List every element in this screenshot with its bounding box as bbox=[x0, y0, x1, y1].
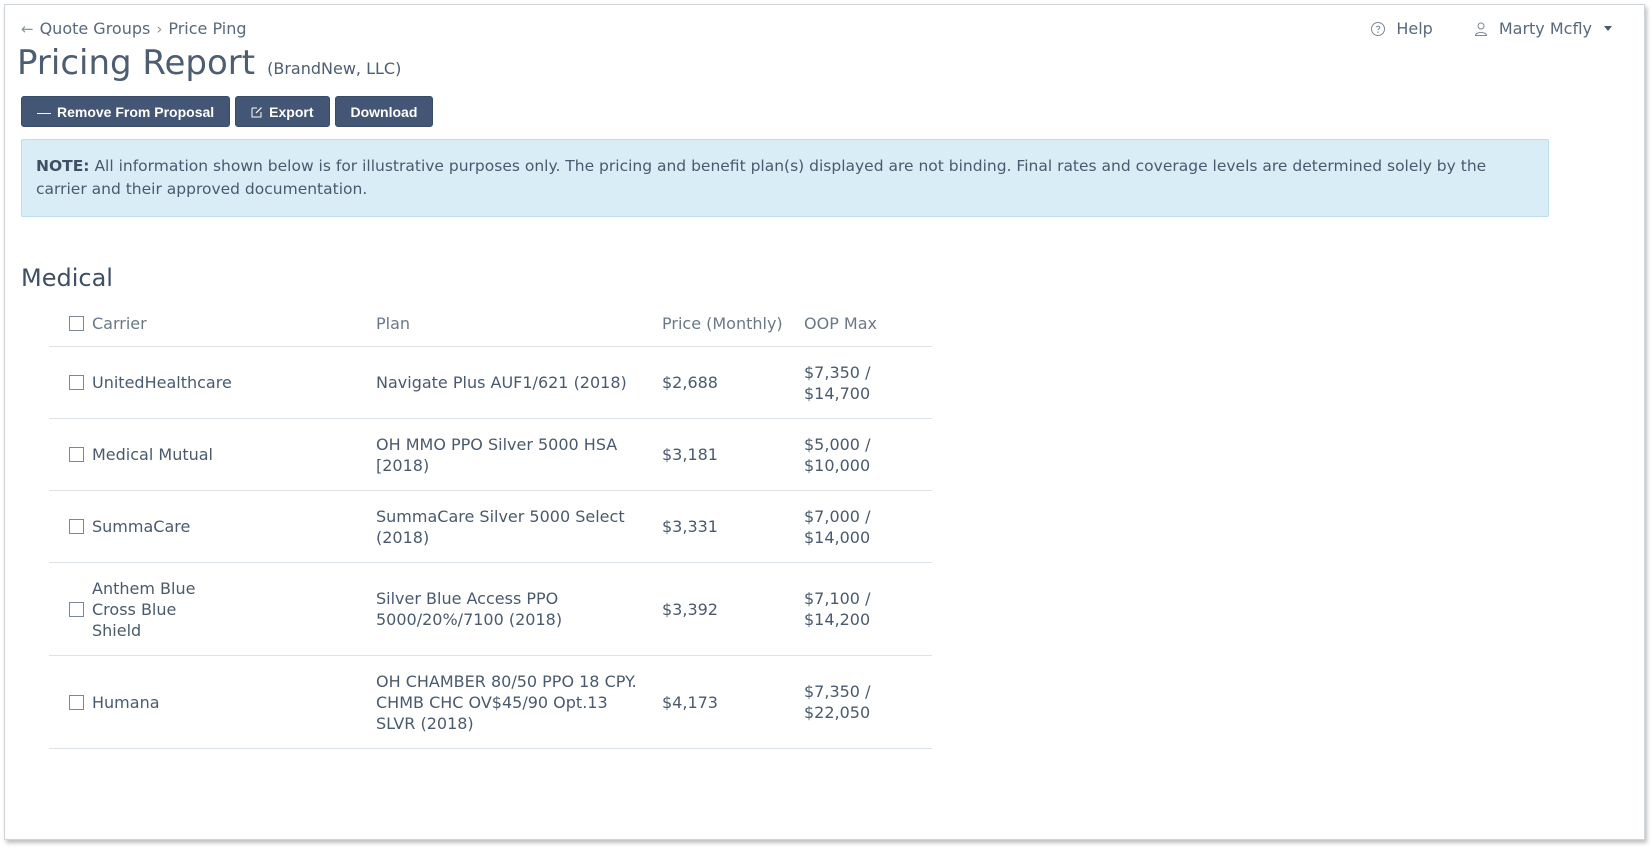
carrier-name: Anthem Blue Cross Blue Shield bbox=[92, 578, 196, 640]
plan-cell: Navigate Plus AUF1/621 (2018) bbox=[376, 373, 627, 392]
price-cell: $4,173 bbox=[662, 692, 718, 712]
medical-table: Carrier Plan Price (Monthly) OOP Max Uni… bbox=[49, 301, 932, 749]
price-cell: $2,688 bbox=[662, 373, 718, 392]
row-check-cell bbox=[49, 601, 92, 617]
plan-cell: SummaCare Silver 5000 Select (2018) bbox=[376, 506, 625, 547]
row-checkbox[interactable] bbox=[69, 375, 84, 390]
column-header-oop[interactable]: OOP Max bbox=[804, 314, 932, 333]
app-window: ← Quote Groups › Price Ping Help Marty M… bbox=[4, 4, 1645, 840]
note-text: All information shown below is for illus… bbox=[36, 157, 1487, 198]
user-menu[interactable]: Marty Mcfly bbox=[1473, 19, 1612, 38]
note-prefix: NOTE: bbox=[36, 157, 90, 175]
remove-from-proposal-button[interactable]: — Remove From Proposal bbox=[21, 96, 231, 127]
oop-cell: $7,000 / $14,000 bbox=[804, 506, 932, 548]
breadcrumb-current: Price Ping bbox=[168, 19, 247, 38]
price-cell: $3,392 bbox=[662, 599, 718, 619]
oop-cell: $7,350 / $14,700 bbox=[804, 362, 932, 404]
carrier-cell: Medical Mutual bbox=[92, 445, 213, 464]
table-row: SummaCare SummaCare Silver 5000 Select (… bbox=[49, 491, 932, 563]
oop-family: $22,050 bbox=[804, 703, 871, 722]
row-checkbox[interactable] bbox=[69, 519, 84, 534]
user-name: Marty Mcfly bbox=[1498, 19, 1592, 38]
export-button[interactable]: Export bbox=[235, 96, 330, 127]
minus-icon: — bbox=[37, 103, 51, 120]
help-link[interactable]: Help bbox=[1370, 19, 1433, 38]
header-check-cell bbox=[49, 316, 92, 331]
toolbar: — Remove From Proposal Export Download bbox=[21, 96, 434, 127]
row-check-cell bbox=[49, 519, 92, 534]
user-nav: Help Marty Mcfly bbox=[1370, 19, 1612, 38]
carrier-cell: SummaCare bbox=[92, 517, 191, 536]
table-header: Carrier Plan Price (Monthly) OOP Max bbox=[49, 301, 932, 347]
plan-cell: Silver Blue Access PPO 5000/20%/7100 (20… bbox=[376, 589, 563, 629]
plan-cell: OH CHAMBER 80/50 PPO 18 CPY. CHMB CHC OV… bbox=[376, 671, 637, 733]
top-bar: ← Quote Groups › Price Ping Help Marty M… bbox=[17, 17, 1632, 43]
plan-cell: OH MMO PPO Silver 5000 HSA [2018) bbox=[376, 434, 618, 475]
oop-family: $14,200 bbox=[804, 610, 871, 629]
price-cell: $3,331 bbox=[662, 517, 718, 536]
row-checkbox[interactable] bbox=[69, 694, 84, 710]
section-title-medical: Medical bbox=[21, 264, 113, 292]
user-icon bbox=[1474, 22, 1487, 36]
price-cell: $3,181 bbox=[662, 445, 718, 464]
export-label: Export bbox=[269, 103, 314, 120]
table-row: Anthem Blue Cross Blue Shield Silver Blu… bbox=[49, 563, 932, 656]
breadcrumb-quote-groups[interactable]: Quote Groups bbox=[40, 19, 151, 38]
chevron-right-icon: › bbox=[156, 19, 163, 38]
column-header-price[interactable]: Price (Monthly) bbox=[662, 314, 804, 333]
select-all-checkbox[interactable] bbox=[69, 316, 84, 331]
oop-cell: $5,000 / $10,000 bbox=[804, 434, 932, 476]
disclaimer-note: NOTE: All information shown below is for… bbox=[21, 139, 1549, 217]
oop-cell: $7,350 / $22,050 bbox=[804, 681, 932, 723]
table-row: UnitedHealthcare Navigate Plus AUF1/621 … bbox=[49, 347, 932, 419]
oop-family: $14,700 bbox=[804, 383, 871, 403]
oop-family: $10,000 bbox=[804, 455, 871, 475]
company-name: (BrandNew, LLC) bbox=[267, 59, 402, 78]
oop-individual: $7,000 / bbox=[804, 506, 871, 526]
carrier-cell: UnitedHealthcare bbox=[92, 373, 232, 392]
download-label: Download bbox=[350, 103, 418, 120]
oop-individual: $5,000 / bbox=[804, 434, 871, 454]
column-header-plan[interactable]: Plan bbox=[376, 314, 662, 333]
download-button[interactable]: Download bbox=[334, 96, 434, 127]
title-row: Pricing Report (BrandNew, LLC) bbox=[17, 43, 401, 83]
row-check-cell bbox=[49, 375, 92, 390]
table-row: Humana OH CHAMBER 80/50 PPO 18 CPY. CHMB… bbox=[49, 656, 932, 749]
page-title: Pricing Report bbox=[17, 43, 256, 83]
row-check-cell bbox=[49, 447, 92, 462]
breadcrumb: ← Quote Groups › Price Ping bbox=[21, 19, 247, 38]
carrier-cell: Humana bbox=[92, 692, 160, 712]
caret-down-icon bbox=[1604, 26, 1612, 31]
oop-cell: $7,100 / $14,200 bbox=[804, 588, 932, 630]
oop-individual: $7,350 / bbox=[804, 682, 871, 701]
table-row: Medical Mutual OH MMO PPO Silver 5000 HS… bbox=[49, 419, 932, 491]
row-check-cell bbox=[49, 694, 92, 710]
help-label: Help bbox=[1396, 19, 1433, 38]
column-header-carrier[interactable]: Carrier bbox=[92, 314, 376, 333]
row-checkbox[interactable] bbox=[69, 601, 84, 617]
carrier-cell: Anthem Blue Cross Blue Shield bbox=[92, 578, 376, 641]
row-checkbox[interactable] bbox=[69, 447, 84, 462]
oop-individual: $7,100 / bbox=[804, 589, 871, 608]
help-circle-icon bbox=[1371, 21, 1386, 36]
back-arrow-icon[interactable]: ← bbox=[21, 20, 34, 38]
oop-family: $14,000 bbox=[804, 527, 871, 547]
remove-label: Remove From Proposal bbox=[57, 103, 215, 120]
export-edit-icon bbox=[251, 106, 263, 117]
oop-individual: $7,350 / bbox=[804, 362, 871, 382]
